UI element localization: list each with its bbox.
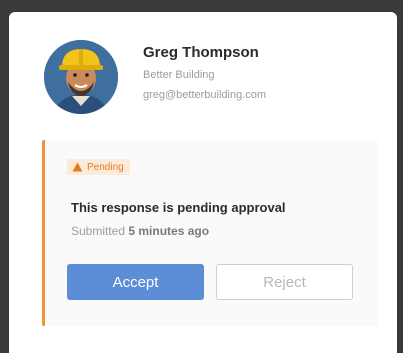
warning-triangle-icon [72, 162, 83, 172]
status-heading: This response is pending approval [71, 200, 286, 215]
contact-email: greg@betterbuilding.com [143, 89, 267, 101]
accept-button[interactable]: Accept [67, 264, 204, 300]
reject-button[interactable]: Reject [216, 264, 353, 300]
worker-hardhat-avatar [44, 40, 118, 114]
approval-card: Greg Thompson Better Building greg@bette… [9, 12, 397, 353]
submitted-time: 5 minutes ago [128, 224, 210, 238]
avatar [44, 40, 118, 114]
approval-panel: Pending This response is pending approva… [42, 140, 378, 326]
contact-name: Greg Thompson [143, 44, 259, 61]
contact-company: Better Building [143, 69, 215, 81]
submitted-prefix: Submitted [71, 224, 126, 238]
submitted-info: Submitted 5 minutes ago [71, 224, 209, 238]
status-badge: Pending [67, 159, 130, 175]
status-badge-label: Pending [87, 161, 124, 173]
